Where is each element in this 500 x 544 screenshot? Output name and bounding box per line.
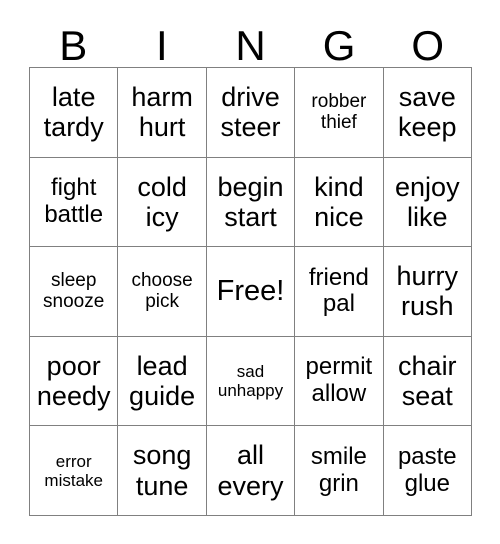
- header-letter-g: G: [322, 22, 356, 69]
- cell-word-bottom: tune: [135, 470, 189, 501]
- cell-word-bottom: like: [407, 201, 448, 232]
- free-space-label: Free!: [216, 275, 285, 308]
- header-letter-o: O: [411, 22, 444, 69]
- cell-word-bottom: pick: [145, 291, 179, 313]
- cell-word-bottom: unhappy: [217, 381, 284, 401]
- bingo-cell[interactable]: begin start: [206, 157, 296, 248]
- bingo-cell[interactable]: chair seat: [383, 336, 472, 427]
- header-letter-n: N: [235, 22, 266, 69]
- bingo-cell[interactable]: sad unhappy: [206, 336, 296, 427]
- cell-word-bottom: every: [217, 470, 284, 501]
- cell-word-top: sad: [236, 362, 265, 382]
- cell-word-bottom: allow: [311, 380, 367, 408]
- bingo-cell[interactable]: smile grin: [295, 426, 384, 516]
- bingo-grid: late tardy harm hurt drive steer robber thief sa…: [29, 67, 472, 516]
- cell-word-bottom: keep: [398, 112, 457, 143]
- bingo-cell[interactable]: error mistake: [30, 426, 119, 516]
- cell-word-bottom: nice: [314, 201, 364, 232]
- cell-word-top: lead: [136, 350, 188, 381]
- bingo-cell[interactable]: fight battle: [30, 157, 119, 248]
- header-letter-b: B: [59, 22, 88, 69]
- cell-word-bottom: needy: [36, 381, 111, 412]
- cell-word-top: song: [132, 440, 192, 471]
- cell-word-bottom: grin: [318, 469, 359, 497]
- cell-word-top: kind: [314, 171, 364, 202]
- cell-word-top: choose: [131, 270, 193, 292]
- bingo-cell[interactable]: drive steer: [206, 68, 296, 158]
- bingo-cell[interactable]: hurry rush: [383, 247, 472, 337]
- cell-word-top: late: [51, 82, 96, 113]
- cell-word-top: robber: [311, 91, 367, 113]
- bingo-cell[interactable]: late tardy: [30, 68, 119, 158]
- cell-word-bottom: steer: [220, 112, 281, 143]
- cell-word-bottom: battle: [44, 200, 104, 228]
- cell-word-top: begin: [217, 171, 284, 202]
- cell-word-top: smile: [310, 442, 367, 470]
- bingo-cell[interactable]: friend pal: [295, 247, 384, 337]
- bingo-cell[interactable]: kind nice: [295, 157, 384, 248]
- cell-word-bottom: seat: [401, 381, 453, 412]
- bingo-cell[interactable]: save keep: [383, 68, 472, 158]
- cell-word-top: hurry: [396, 261, 459, 292]
- bingo-cell[interactable]: permit allow: [295, 336, 384, 427]
- bingo-cell[interactable]: robber thief: [295, 68, 384, 158]
- cell-word-bottom: thief: [320, 112, 357, 134]
- bingo-cell[interactable]: harm hurt: [118, 68, 207, 158]
- cell-word-bottom: snooze: [43, 291, 105, 313]
- cell-word-top: sleep: [50, 270, 97, 292]
- bingo-header: B I N G O: [29, 14, 472, 67]
- cell-word-top: error: [55, 451, 92, 471]
- bingo-cell[interactable]: enjoy like: [383, 157, 472, 248]
- cell-word-bottom: hurt: [138, 112, 186, 143]
- bingo-cell[interactable]: paste glue: [383, 426, 472, 516]
- cell-word-top: poor: [46, 350, 101, 381]
- cell-word-top: harm: [131, 82, 193, 113]
- cell-word-bottom: pal: [322, 290, 355, 318]
- cell-word-bottom: start: [224, 201, 277, 232]
- header-letter-i: I: [156, 22, 168, 69]
- cell-word-bottom: rush: [401, 291, 454, 322]
- cell-word-bottom: guide: [129, 381, 196, 412]
- bingo-cell[interactable]: lead guide: [118, 336, 207, 427]
- bingo-cell[interactable]: all every: [206, 426, 296, 516]
- cell-word-top: friend: [308, 263, 369, 291]
- bingo-cell[interactable]: poor needy: [30, 336, 119, 427]
- cell-word-top: permit: [305, 353, 373, 381]
- cell-word-top: enjoy: [395, 171, 460, 202]
- bingo-cell[interactable]: song tune: [118, 426, 207, 516]
- bingo-cell[interactable]: sleep snooze: [30, 247, 119, 337]
- bingo-cell[interactable]: cold icy: [118, 157, 207, 248]
- bingo-free-space[interactable]: Free!: [206, 247, 296, 337]
- cell-word-top: fight: [51, 174, 97, 202]
- cell-word-top: all: [236, 440, 264, 471]
- cell-word-bottom: icy: [145, 201, 179, 232]
- cell-word-bottom: glue: [404, 469, 450, 497]
- cell-word-bottom: tardy: [43, 112, 104, 143]
- cell-word-top: cold: [137, 171, 187, 202]
- cell-word-bottom: mistake: [44, 470, 103, 490]
- cell-word-top: paste: [397, 442, 457, 470]
- cell-word-top: save: [398, 82, 456, 113]
- bingo-card: B I N G O late tardy harm hurt drive steer rob…: [29, 14, 472, 516]
- cell-word-top: chair: [398, 350, 457, 381]
- cell-word-top: drive: [221, 82, 280, 113]
- bingo-cell[interactable]: choose pick: [118, 247, 207, 337]
